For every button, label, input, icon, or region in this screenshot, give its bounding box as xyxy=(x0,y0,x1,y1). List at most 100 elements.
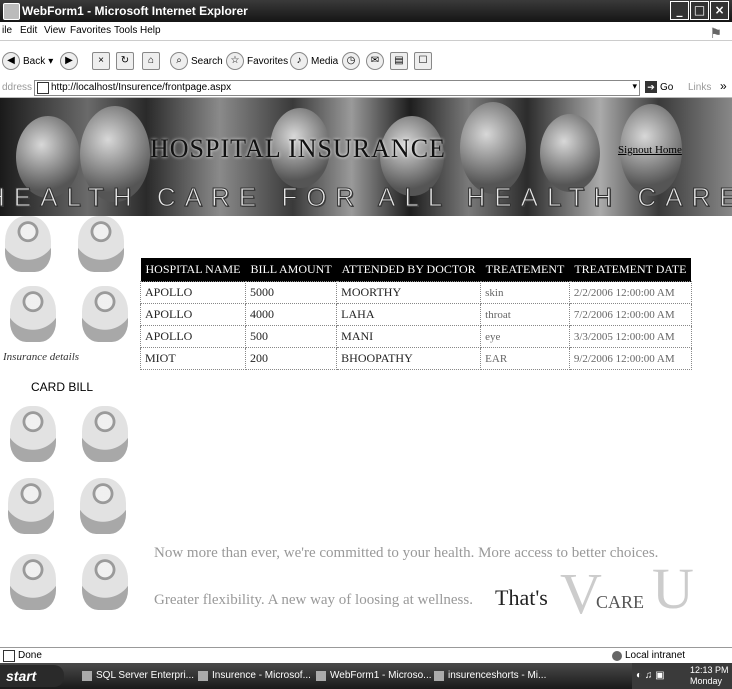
baby-image xyxy=(78,216,124,272)
cell-treatement: skin xyxy=(480,281,570,304)
col-treatement-date: TREATEMENT DATE xyxy=(569,258,692,282)
sidebar-link[interactable]: Insurance details xyxy=(3,351,79,363)
cell-doctor: LAHA xyxy=(336,303,482,326)
task-label: Insurence - Microsof... xyxy=(212,670,311,681)
task-sql-server[interactable]: SQL Server Enterpri... xyxy=(80,667,206,685)
star-icon: ☆ xyxy=(226,52,244,70)
cell-treatement: eye xyxy=(480,325,570,348)
card-bill-link[interactable]: CARD BILL xyxy=(31,380,93,394)
table-row: APOLLO 5000 MOORTHY skin 2/2/2006 12:00:… xyxy=(140,281,692,304)
favorites-button[interactable]: ☆ Favorites xyxy=(226,52,288,70)
menu-tools[interactable]: Tools xyxy=(114,25,137,36)
taskbar: start SQL Server Enterpri... Insurence -… xyxy=(0,663,732,689)
chevron-down-icon[interactable]: ▾ xyxy=(632,81,637,92)
refresh-icon: ↻ xyxy=(116,52,134,70)
messenger-icon: ☐ xyxy=(414,52,432,70)
address-bar: ddress http://localhost/Insurence/frontp… xyxy=(0,79,732,98)
task-insurenceshorts[interactable]: insurenceshorts - Mi... xyxy=(432,667,568,685)
task-label: insurenceshorts - Mi... xyxy=(448,670,547,681)
minimize-icon[interactable]: _ xyxy=(670,1,689,20)
cell-amount: 200 xyxy=(244,347,338,370)
col-treatement: TREATEMENT xyxy=(480,258,570,282)
media-icon: ♪ xyxy=(290,52,308,70)
refresh-button[interactable]: ↻ xyxy=(116,52,134,70)
toolbar: ◀ Back ▾ ▶ × ↻ ⌂ ⌕ Search ☆ Favorites ♪ … xyxy=(0,40,732,80)
back-label: Back xyxy=(23,55,46,67)
sidebar: Insurance details CARD BILL xyxy=(0,216,140,646)
stop-button[interactable]: × xyxy=(92,52,110,70)
cell-doctor: BHOOPATHY xyxy=(336,347,482,370)
ie-icon xyxy=(3,3,20,20)
table-row: APOLLO 4000 LAHA throat 7/2/2006 12:00:0… xyxy=(140,303,692,326)
go-label: Go xyxy=(660,81,674,93)
clock[interactable]: 12:13 PM Monday xyxy=(690,665,729,687)
table-header-row: HOSPITAL NAME BILL AMOUNT ATTENDED BY DO… xyxy=(140,258,692,282)
search-icon: ⌕ xyxy=(170,52,188,70)
close-icon[interactable]: × xyxy=(710,1,729,20)
maximize-icon[interactable]: □ xyxy=(690,1,709,20)
signout-home-link[interactable]: Signout Home xyxy=(618,144,682,156)
cell-amount: 4000 xyxy=(244,303,338,326)
baby-image xyxy=(8,478,54,534)
system-tray: ◐ ♫ ▣ 12:13 PM Monday xyxy=(632,663,732,689)
print-button[interactable]: ▤ xyxy=(390,52,408,70)
tray-icons[interactable]: ◐ ♫ ▣ xyxy=(636,670,665,681)
title-bar: WebForm1 - Microsoft Internet Explorer _… xyxy=(0,0,732,22)
baby-image xyxy=(10,286,56,342)
task-label: WebForm1 - Microso... xyxy=(330,670,432,681)
cell-date: 7/2/2006 12:00:00 AM xyxy=(568,303,692,326)
menu-file[interactable]: ile xyxy=(2,25,12,36)
media-button[interactable]: ♪ Media xyxy=(290,52,338,70)
status-text: Done xyxy=(18,650,42,661)
ie-icon xyxy=(316,671,326,681)
menu-bar: ile Edit View Favorites Tools Help ⚑ xyxy=(0,22,732,41)
messenger-button[interactable]: ☐ xyxy=(414,52,432,70)
forward-button[interactable]: ▶ xyxy=(60,52,78,70)
baby-image xyxy=(10,554,56,610)
table-row: MIOT 200 BHOOPATHY EAR 9/2/2006 12:00:00… xyxy=(140,347,692,370)
menu-help[interactable]: Help xyxy=(140,25,161,36)
back-button[interactable]: ◀ Back ▾ xyxy=(2,52,53,70)
folder-icon xyxy=(198,671,208,681)
home-button[interactable]: ⌂ xyxy=(142,52,160,70)
menu-favorites[interactable]: Favorites xyxy=(70,25,111,36)
task-insurence[interactable]: Insurence - Microsof... xyxy=(196,667,324,685)
window-title: WebForm1 - Microsoft Internet Explorer xyxy=(22,4,248,18)
start-button[interactable]: start xyxy=(0,665,64,687)
cell-treatement: EAR xyxy=(480,347,570,370)
baby-image xyxy=(80,478,126,534)
baby-image xyxy=(82,406,128,462)
cell-hospital: APOLLO xyxy=(140,325,246,348)
page-icon xyxy=(37,82,49,94)
cell-date: 3/3/2005 12:00:00 AM xyxy=(568,325,692,348)
menu-edit[interactable]: Edit xyxy=(20,25,37,36)
cell-date: 9/2/2006 12:00:00 AM xyxy=(568,347,692,370)
history-button[interactable]: ◷ xyxy=(342,52,360,70)
search-label: Search xyxy=(191,55,223,67)
banner-photo xyxy=(460,102,526,194)
table-row: APOLLO 500 MANI eye 3/3/2005 12:00:00 AM xyxy=(140,325,692,348)
cell-doctor: MOORTHY xyxy=(336,281,482,304)
task-webform1[interactable]: WebForm1 - Microso... xyxy=(314,667,442,685)
status-bar: Done Local intranet xyxy=(0,647,732,664)
security-zone: Local intranet xyxy=(612,650,685,661)
baby-image xyxy=(82,554,128,610)
cell-hospital: APOLLO xyxy=(140,281,246,304)
go-button[interactable]: ➔ Go xyxy=(645,81,673,93)
chevron-right-icon[interactable]: » xyxy=(720,79,727,93)
address-input[interactable]: http://localhost/Insurence/frontpage.asp… xyxy=(34,80,640,96)
mail-button[interactable]: ✉ xyxy=(366,52,384,70)
home-icon: ⌂ xyxy=(142,52,160,70)
baby-image xyxy=(82,286,128,342)
stop-icon: × xyxy=(92,52,110,70)
zone-label: Local intranet xyxy=(625,650,686,661)
search-button[interactable]: ⌕ Search xyxy=(170,52,223,70)
chevron-down-icon: ▾ xyxy=(48,55,54,67)
menu-view[interactable]: View xyxy=(44,25,66,36)
cell-amount: 5000 xyxy=(244,281,338,304)
mail-icon: ✉ xyxy=(366,52,384,70)
links-label[interactable]: Links xyxy=(688,82,711,93)
banner-photo xyxy=(540,114,600,192)
vcareu-logo-care: CARE xyxy=(596,592,645,612)
start-label: start xyxy=(6,668,37,684)
